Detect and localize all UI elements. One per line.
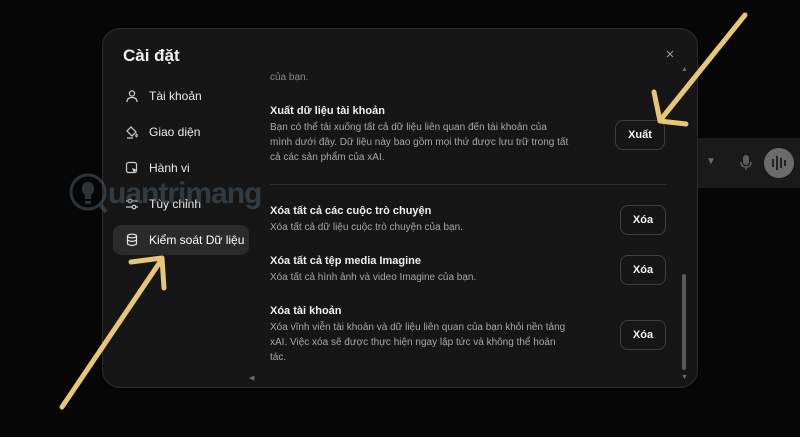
database-icon bbox=[126, 233, 138, 247]
delete-account-button[interactable]: Xóa bbox=[620, 320, 666, 350]
scrollbar-thumb[interactable] bbox=[682, 274, 686, 370]
delete-conversations-row: Xóa tất cả các cuộc trò chuyện Xóa tất c… bbox=[270, 205, 670, 235]
nav-item-appearance[interactable]: Giao diện bbox=[113, 117, 249, 147]
nav-item-account[interactable]: Tài khoản bbox=[113, 81, 249, 111]
row-description: Xóa tất cả hình ảnh và video Imagine của… bbox=[270, 272, 477, 283]
delete-imagine-media-row: Xóa tất cả tệp media Imagine Xóa tất cả … bbox=[270, 255, 670, 285]
behavior-icon bbox=[125, 161, 138, 174]
button-label: Xóa bbox=[632, 214, 654, 226]
delete-account-row: Xóa tài khoản Xóa vĩnh viễn tài khoản và… bbox=[270, 305, 670, 365]
button-label: Xóa bbox=[632, 264, 654, 276]
settings-content: của bạn. Xuất dữ liệu tài khoản Bạn có t… bbox=[249, 65, 689, 387]
row-title: Xóa tất cả các cuộc trò chuyện bbox=[270, 205, 432, 217]
row-title: Xóa tất cả tệp media Imagine bbox=[270, 255, 421, 267]
voice-mode-icon bbox=[764, 148, 794, 178]
nav-item-label: Tùy chỉnh bbox=[149, 197, 202, 211]
export-data-row: Xuất dữ liệu tài khoản Bạn có thể tải xu… bbox=[270, 105, 670, 165]
person-icon bbox=[126, 90, 138, 103]
close-button[interactable]: × bbox=[660, 45, 680, 65]
nav-item-customize[interactable]: Tùy chỉnh bbox=[113, 189, 249, 219]
dialog-title: Cài đặt bbox=[123, 46, 180, 65]
export-button[interactable]: Xuất bbox=[615, 120, 665, 150]
row-description: Xóa vĩnh viễn tài khoản và dữ liệu liên … bbox=[270, 322, 566, 363]
mic-icon bbox=[740, 155, 752, 170]
chevron-down-icon: ▼ bbox=[706, 156, 716, 167]
button-label: Xuất bbox=[628, 129, 652, 141]
customize-icon bbox=[126, 198, 138, 210]
scroll-left-icon[interactable]: ◀ bbox=[249, 374, 254, 382]
clipped-text: của bạn. bbox=[270, 72, 309, 83]
nav-item-label: Kiểm soát Dữ liệu bbox=[149, 233, 245, 247]
nav-item-label: Hành vi bbox=[149, 161, 190, 175]
delete-imagine-media-button[interactable]: Xóa bbox=[620, 255, 666, 285]
row-title: Xóa tài khoản bbox=[270, 305, 342, 317]
nav-item-behavior[interactable]: Hành vi bbox=[113, 153, 249, 183]
delete-conversations-button[interactable]: Xóa bbox=[620, 205, 666, 235]
nav-item-label: Giao diện bbox=[149, 125, 201, 139]
divider bbox=[270, 184, 667, 185]
close-icon: × bbox=[665, 46, 675, 63]
nav-item-label: Tài khoản bbox=[149, 89, 202, 103]
row-title: Xuất dữ liệu tài khoản bbox=[270, 105, 385, 117]
paint-bucket-icon bbox=[126, 126, 138, 139]
scroll-up-icon[interactable]: ▲ bbox=[681, 66, 688, 73]
row-description: Xóa tất cả dữ liệu cuộc trò chuyện của b… bbox=[270, 222, 463, 233]
scroll-down-icon[interactable]: ▼ bbox=[681, 374, 688, 381]
row-description: Bạn có thể tải xuống tất cả dữ liệu liên… bbox=[270, 122, 569, 163]
settings-nav: Tài khoản Giao diện Hành vi Tùy chỉnh Ki… bbox=[113, 81, 249, 261]
button-label: Xóa bbox=[632, 329, 654, 341]
settings-dialog: Cài đặt × Tài khoản Giao diện Hành vi Tù… bbox=[102, 28, 698, 388]
nav-item-data-controls[interactable]: Kiểm soát Dữ liệu bbox=[113, 225, 249, 255]
